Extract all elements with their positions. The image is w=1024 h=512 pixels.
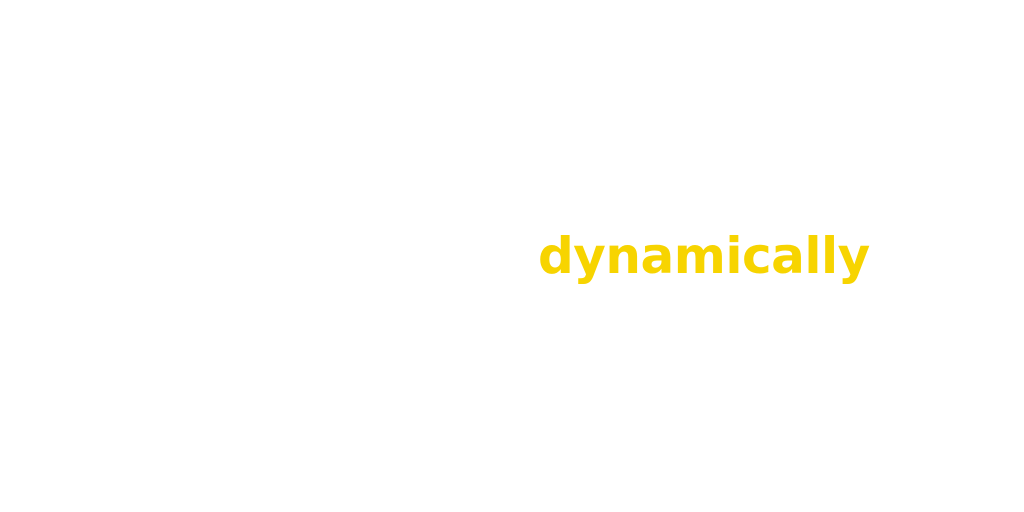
canvas: dynamically [0,0,1024,512]
highlighted-word: dynamically [538,227,870,285]
